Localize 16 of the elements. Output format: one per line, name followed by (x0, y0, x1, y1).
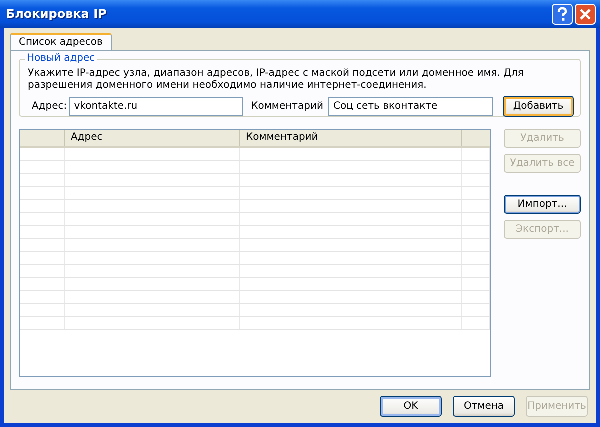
window-title: Блокировка IP (6, 7, 107, 21)
comment-field[interactable]: Соц сеть вконтакте (328, 97, 494, 116)
add-button[interactable]: Добавить (503, 96, 574, 117)
action-button[interactable]: OK (380, 396, 442, 417)
address-field[interactable]: vkontakte.ru (69, 97, 244, 116)
comment-label: Комментарий (251, 101, 324, 112)
action-button[interactable]: Отмена (453, 396, 515, 417)
action-button[interactable]: Импорт... (504, 195, 581, 214)
address-label: Адрес: (32, 101, 68, 112)
tab[interactable]: Список адресов (10, 33, 112, 50)
close-button[interactable] (575, 4, 596, 24)
column-header[interactable]: Адрес (65, 130, 240, 146)
hint-text: Укажите IP-адрес узла, диапазон адресов, IP-адрес с маской подсети или доменное имя. Для разрешения доменного имени необходимо наличие интернет-соединения. (28, 68, 525, 92)
help-button[interactable] (552, 4, 573, 24)
column-header[interactable]: Комментарий (240, 130, 462, 146)
group-title: Новый адрес (25, 53, 98, 64)
